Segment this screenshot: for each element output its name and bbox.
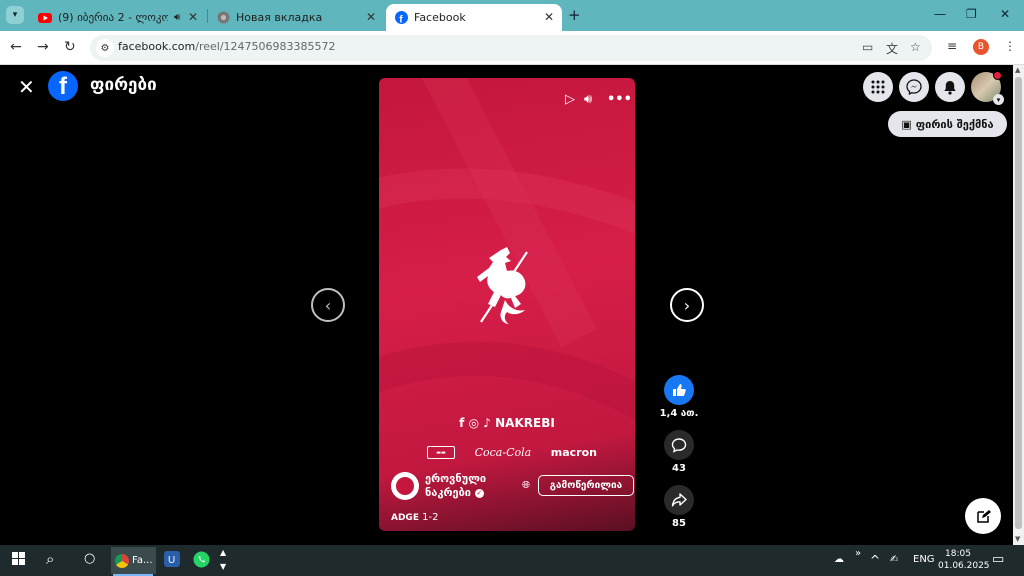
chrome-icon (216, 11, 230, 25)
back-icon[interactable]: ← (10, 39, 22, 55)
tab-title: Facebook (414, 11, 466, 24)
pen-icon[interactable]: ✍ (890, 554, 898, 565)
scrollbar-thumb[interactable] (1015, 77, 1022, 529)
sponsors-row: ▬▬ Coca-Cola macron (427, 446, 597, 459)
page-name[interactable]: ეროვნული ნაკრები ✓ (425, 472, 505, 500)
facebook-logo[interactable]: f (48, 71, 78, 101)
close-tab-icon[interactable]: ✕ (544, 10, 554, 24)
minimize-icon[interactable]: — (934, 7, 946, 21)
scroll-down-icon[interactable]: ▼ (1015, 535, 1020, 543)
share-button[interactable] (664, 485, 694, 515)
page-scrollbar[interactable]: ▲ ▼ (1013, 65, 1024, 545)
messenger-icon[interactable] (899, 72, 929, 102)
new-tab-button[interactable]: + (568, 6, 581, 24)
notification-dot (993, 71, 1002, 80)
tab-new[interactable]: Новая вкладка ✕ (208, 4, 384, 31)
youtube-icon (38, 11, 52, 25)
st-george-emblem-icon (477, 247, 528, 324)
install-icon[interactable]: ▭ (862, 40, 873, 54)
taskbar-chrome[interactable]: Fa... (111, 547, 156, 574)
federation-logo: ▬▬ (427, 446, 455, 459)
bookmark-star-icon[interactable]: ☆ (910, 40, 921, 54)
share-icon (671, 493, 687, 507)
socials-line: f ◎ ♪ NAKREBI (459, 416, 555, 430)
reels-page: ✕ f ფირები ▾ ▣ ფირის შექმნა ▷ 🔊︎ ••• f ◎… (0, 65, 1013, 545)
language-indicator[interactable]: ENG (913, 554, 935, 565)
sponsor-macron: macron (550, 446, 597, 459)
account-avatar[interactable]: ▾ (971, 71, 1004, 105)
globe-icon: 🌐︎ (522, 480, 530, 491)
chrome-icon (115, 553, 129, 568)
tiktok-icon: ♪ (483, 416, 491, 430)
windows-taskbar: ⌕ ○ Fa... U ▲ ▼ ☁ » ^ ✍ ENG 18:05 01.06.2… (0, 545, 1024, 576)
reel-caption: ADGE 1-2 (391, 512, 439, 523)
tab-facebook[interactable]: f Facebook ✕ (386, 4, 562, 31)
clock[interactable]: 18:05 01.06.2025 (938, 548, 990, 572)
share-count: 85 (672, 518, 686, 529)
reload-icon[interactable]: ↻ (64, 39, 76, 55)
taskbar-scroll-icon[interactable]: ▲ ▼ (220, 546, 226, 574)
instagram-icon: ◎ (468, 416, 480, 430)
facebook-icon: f (394, 11, 408, 25)
thumbs-up-icon (673, 384, 686, 396)
previous-reel-button[interactable]: ‹ (311, 288, 345, 322)
volume-icon[interactable]: 🔊︎ (584, 92, 592, 107)
url-text[interactable]: facebook.com/reel/1247506983385572 (118, 40, 336, 53)
close-tab-icon[interactable]: ✕ (188, 10, 198, 24)
sponsor-coca-cola: Coca-Cola (474, 446, 532, 459)
like-count: 1,4 ათ. (659, 408, 699, 419)
more-options-icon[interactable]: ••• (607, 92, 632, 107)
new-message-button[interactable] (965, 498, 1001, 534)
overflow-icon[interactable]: » (855, 548, 861, 559)
show-hidden-icons[interactable]: ^ (870, 553, 880, 567)
reel-icon: ▣ (901, 117, 912, 131)
menu-grid-icon[interactable] (863, 72, 893, 102)
page-avatar[interactable] (391, 472, 419, 500)
play-icon[interactable]: ▷ (565, 92, 575, 107)
media-control-icon[interactable]: ≡ (947, 39, 957, 53)
close-tab-icon[interactable]: ✕ (366, 10, 376, 24)
reel-video[interactable]: ▷ 🔊︎ ••• f ◎ ♪ NAKREBI ▬▬ Coca-Cola macr… (379, 78, 635, 531)
verified-badge-icon: ✓ (474, 488, 484, 498)
create-reel-button[interactable]: ▣ ფირის შექმნა (888, 111, 1007, 137)
tab-title: Новая вкладка (236, 11, 323, 24)
svg-text:U: U (168, 555, 175, 566)
windows-start-icon[interactable] (12, 552, 25, 569)
notification-center-icon[interactable]: ▭ (992, 552, 1004, 567)
site-info-icon[interactable]: ⚙ (96, 39, 114, 57)
menu-dots-icon[interactable]: ⋮ (1004, 39, 1016, 53)
compose-icon (976, 509, 991, 523)
task-view-icon[interactable]: ○ (84, 551, 95, 566)
comment-icon (671, 438, 687, 453)
comment-button[interactable] (664, 430, 694, 460)
tab-title: (9) იბერია 2 - ლოკომოტ (58, 11, 168, 24)
like-button[interactable] (664, 375, 694, 405)
tab-youtube[interactable]: (9) იბერია 2 - ლოკომოტ 🔊︎ ✕ (30, 4, 206, 31)
app-u-icon[interactable]: U (164, 551, 180, 571)
chevron-down-icon: ▾ (993, 94, 1004, 105)
tab-search-button[interactable]: ▾ (6, 6, 24, 24)
scroll-up-icon[interactable]: ▲ (1015, 66, 1020, 74)
facebook-icon: f (459, 416, 465, 430)
notifications-bell-icon[interactable] (935, 72, 965, 102)
speaker-icon[interactable]: 🔊︎ (174, 12, 180, 23)
address-bar[interactable]: ⚙ facebook.com/reel/1247506983385572 ▭ 文… (90, 35, 932, 61)
tab-strip: ▾ (9) იბერია 2 - ლოკომოტ 🔊︎ ✕ Новая вкла… (0, 0, 1024, 31)
whatsapp-icon[interactable] (193, 551, 210, 572)
forward-icon[interactable]: → (37, 39, 49, 55)
onedrive-icon[interactable]: ☁ (834, 554, 844, 565)
next-reel-button[interactable]: › (670, 288, 704, 322)
comment-count: 43 (672, 463, 686, 474)
translate-icon[interactable]: 文 (886, 40, 898, 57)
page-title: ფირები (90, 75, 157, 95)
restore-icon[interactable]: ❐ (966, 7, 977, 21)
browser-toolbar: ← → ↻ ⚙ facebook.com/reel/12475069833855… (0, 31, 1024, 65)
search-icon[interactable]: ⌕ (46, 550, 54, 568)
following-button[interactable]: გამოწერილია (538, 475, 634, 496)
close-icon[interactable]: ✕ (18, 75, 35, 99)
close-window-icon[interactable]: ✕ (1000, 7, 1010, 21)
profile-avatar[interactable]: B (973, 39, 989, 55)
